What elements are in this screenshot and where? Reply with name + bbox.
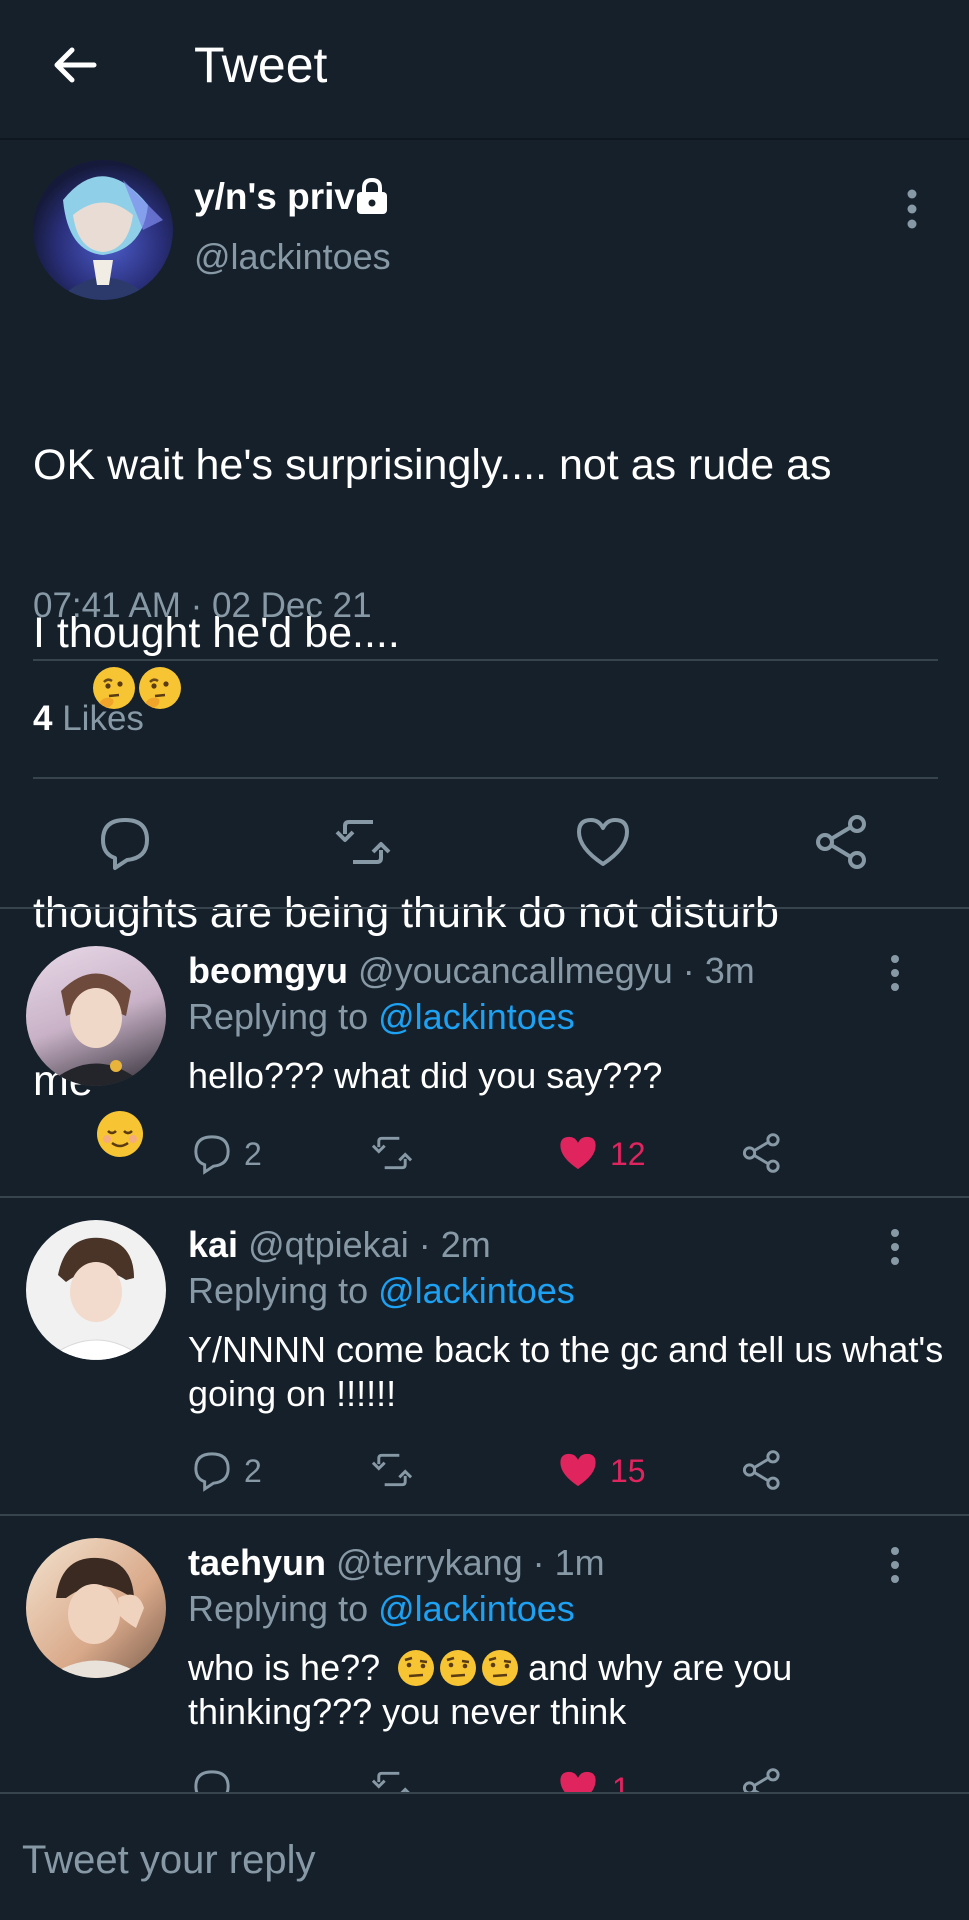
more-vertical-icon: [907, 189, 917, 229]
retweet-button[interactable]: [370, 1448, 414, 1492]
mention-link[interactable]: @lackintoes: [378, 996, 575, 1037]
reply-button[interactable]: [190, 1131, 234, 1175]
heart-outline-icon: [577, 818, 629, 866]
divider: [0, 907, 969, 909]
replying-to: Replying to @lackintoes: [188, 996, 575, 1037]
like-count: 12: [610, 1136, 646, 1172]
like-button[interactable]: [556, 1448, 600, 1492]
more-vertical-icon: [891, 1547, 899, 1583]
reply-text-line: who is he?? and why are you: [188, 1647, 793, 1688]
reply-meta: kai @qtpiekai · 2m: [188, 1224, 491, 1266]
raised-eyebrow-emoji-icon: [440, 1650, 477, 1686]
lock-icon: [352, 176, 392, 216]
reply-icon: [194, 1452, 230, 1492]
divider: [33, 777, 938, 779]
reply-author-name[interactable]: kai: [188, 1224, 238, 1265]
reply-avatar[interactable]: [26, 1220, 166, 1360]
reply-author-name[interactable]: beomgyu: [188, 950, 348, 991]
replying-to: Replying to @lackintoes: [188, 1270, 575, 1311]
heart-filled-icon: [560, 1136, 596, 1170]
reply-input[interactable]: [22, 1832, 922, 1888]
reply-text: who is he?? and why are you thinking??? …: [188, 1646, 948, 1734]
share-button[interactable]: [740, 1448, 784, 1492]
reply-meta: beomgyu @youcancallmegyu · 3m: [188, 950, 755, 992]
likes-label: Likes: [62, 699, 144, 738]
tweet-text-line: I thought he'd be....: [33, 605, 953, 773]
mention-link[interactable]: @lackintoes: [378, 1270, 575, 1311]
tweet-timestamp: 07:41 AM · 02 Dec 21: [33, 586, 372, 625]
reply-count: 2: [244, 1136, 262, 1172]
retweet-icon: [371, 1136, 413, 1170]
reply-text: Y/NNNN come back to the gc and tell us w…: [188, 1329, 944, 1414]
reply-button[interactable]: [190, 1448, 234, 1492]
like-count: 15: [610, 1453, 646, 1489]
retweet-button[interactable]: [370, 1131, 414, 1175]
divider: [0, 1514, 969, 1516]
share-icon: [816, 815, 866, 869]
reply-icon: [101, 818, 149, 870]
reply-icon: [194, 1135, 230, 1175]
reply-author-handle[interactable]: @youcancallmegyu: [358, 950, 673, 991]
more-vertical-icon: [891, 1229, 899, 1265]
reply-count: 2: [244, 1453, 262, 1489]
more-options-button[interactable]: [880, 953, 910, 993]
reply-author-handle[interactable]: @terrykang: [336, 1542, 523, 1583]
reply-author-name[interactable]: taehyun: [188, 1542, 326, 1583]
mention-link[interactable]: @lackintoes: [378, 1588, 575, 1629]
relieved-face-emoji-icon: [96, 1111, 143, 1157]
share-button[interactable]: [812, 812, 872, 872]
like-button[interactable]: [556, 1131, 600, 1175]
reply-time: · 3m: [682, 950, 755, 991]
retweet-button[interactable]: [333, 812, 393, 872]
retweet-icon: [371, 1453, 413, 1487]
arrow-left-icon: [54, 47, 97, 83]
like-button[interactable]: [573, 812, 633, 872]
reply-text: hello??? what did you say???: [188, 1055, 663, 1096]
top-bar: [0, 0, 969, 140]
more-options-button[interactable]: [880, 1227, 910, 1267]
share-button[interactable]: [740, 1131, 784, 1175]
heart-filled-icon: [560, 1453, 596, 1487]
likes-summary[interactable]: 4 Likes: [33, 698, 144, 740]
raised-eyebrow-emoji-icon: [398, 1650, 435, 1686]
reply-author-handle[interactable]: @qtpiekai: [248, 1224, 409, 1265]
reply-avatar[interactable]: [26, 1538, 166, 1678]
more-options-button[interactable]: [895, 186, 929, 232]
author-avatar[interactable]: [33, 160, 173, 300]
divider: [0, 1196, 969, 1198]
author-handle[interactable]: @lackintoes: [194, 236, 391, 278]
reply-meta: taehyun @terrykang · 1m: [188, 1542, 605, 1584]
replying-to: Replying to @lackintoes: [188, 1588, 575, 1629]
tweet-text-line: OK wait he's surprisingly.... not as rud…: [33, 441, 832, 489]
likes-count: 4: [33, 699, 53, 738]
reply-avatar[interactable]: [26, 946, 166, 1086]
share-icon: [742, 1133, 780, 1173]
reply-text-line: thinking??? you never think: [188, 1691, 627, 1732]
reply-time: · 2m: [418, 1224, 491, 1265]
share-icon: [742, 1450, 780, 1490]
page-title: Tweet: [194, 37, 328, 93]
tweet-text-line: thoughts are being thunk do not disturb: [33, 889, 779, 937]
back-button[interactable]: [50, 40, 100, 90]
raised-eyebrow-emoji-icon: [482, 1650, 519, 1686]
retweet-icon: [335, 820, 391, 864]
divider: [33, 659, 938, 661]
tweet-text: OK wait he's surprisingly.... not as rud…: [33, 325, 953, 1277]
more-options-button[interactable]: [880, 1545, 910, 1585]
reply-time: · 1m: [532, 1542, 605, 1583]
author-display-name[interactable]: y/n's priv: [194, 175, 355, 219]
more-vertical-icon: [891, 955, 899, 991]
reply-button[interactable]: [95, 812, 155, 872]
